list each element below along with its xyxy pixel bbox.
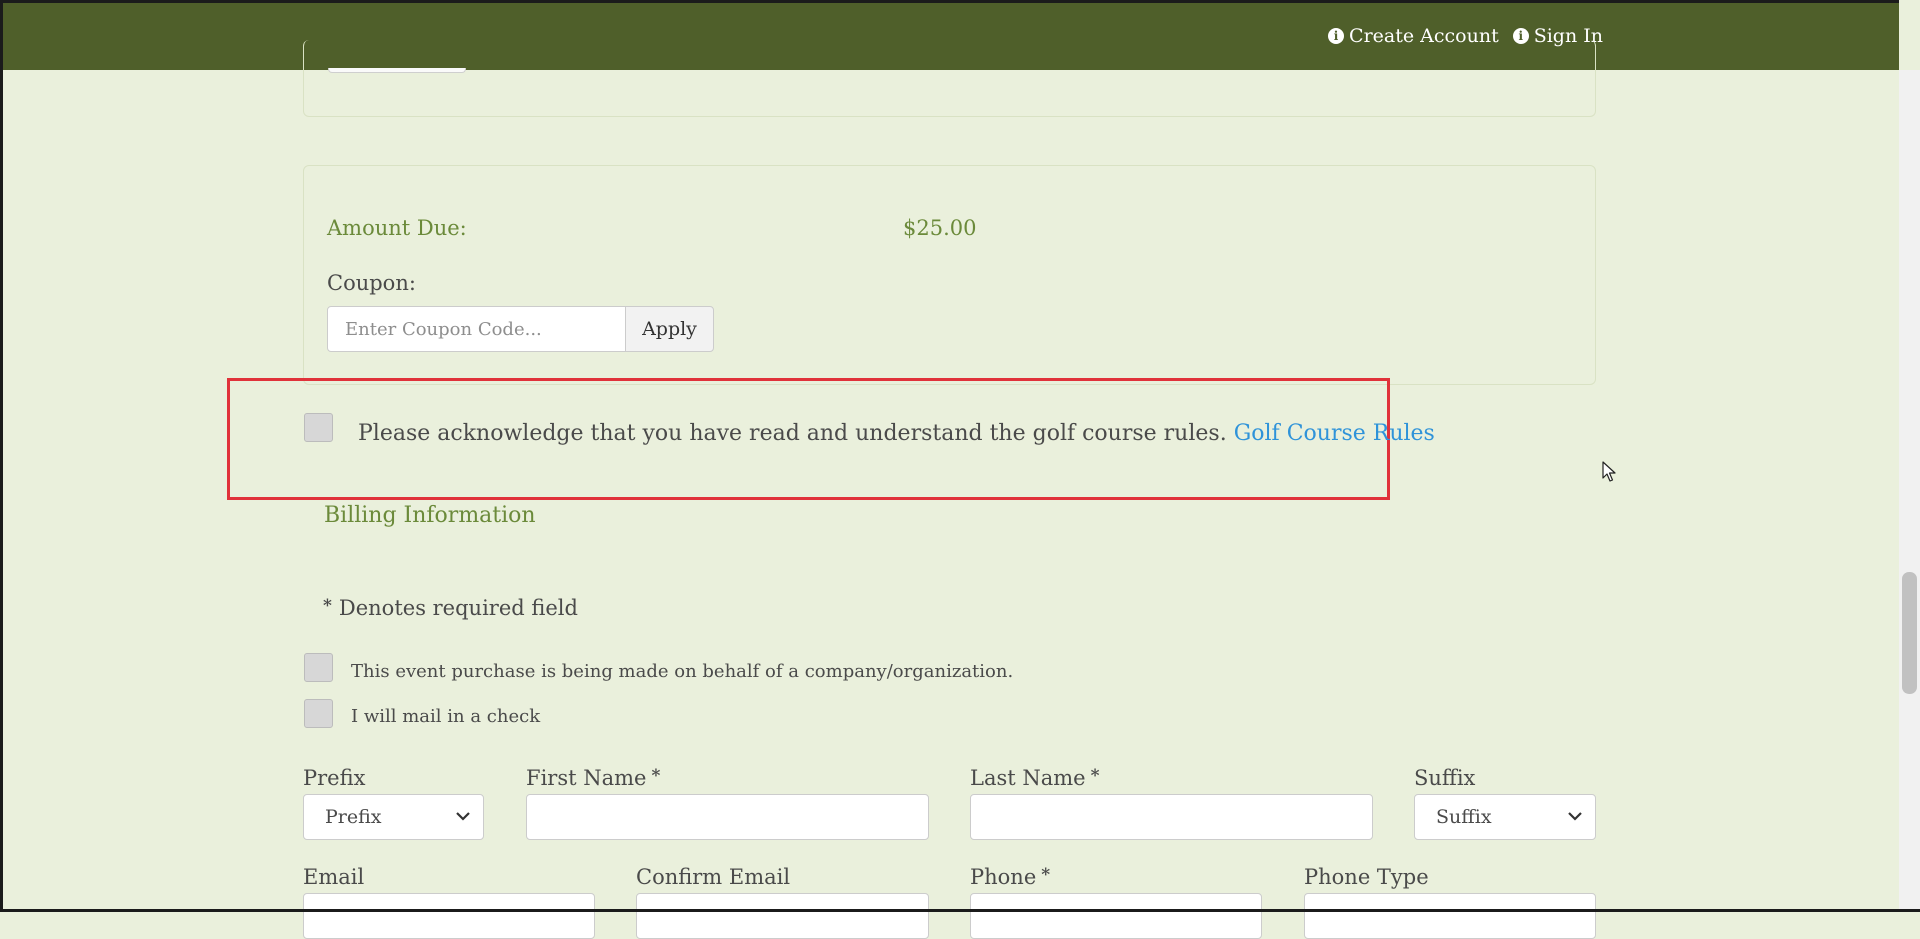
- page-scrollbar[interactable]: [1899, 70, 1920, 909]
- partial-button[interactable]: [328, 68, 466, 73]
- required-note-text: Denotes required field: [338, 596, 578, 620]
- acknowledgement-text: Please acknowledge that you have read an…: [358, 421, 1435, 446]
- acknowledgement-label: Please acknowledge that you have read an…: [358, 421, 1227, 446]
- amount-due-label: Amount Due:: [327, 216, 467, 240]
- amount-due-value: $25.00: [903, 216, 977, 240]
- scrollbar-thumb[interactable]: [1902, 572, 1917, 694]
- suffix-selected-value: Suffix: [1436, 806, 1492, 828]
- phone-label: Phone *: [970, 865, 1050, 889]
- first-name-label: First Name *: [526, 766, 660, 790]
- mail-check-label: I will mail in a check: [351, 706, 541, 727]
- coupon-label: Coupon:: [327, 271, 416, 295]
- golf-course-rules-link[interactable]: Golf Course Rules: [1234, 421, 1435, 446]
- company-purchase-checkbox[interactable]: [304, 653, 333, 682]
- phone-type-select[interactable]: [1304, 893, 1596, 939]
- mouse-cursor-icon: [1602, 461, 1616, 482]
- company-purchase-label: This event purchase is being made on beh…: [351, 661, 1014, 682]
- last-name-input[interactable]: [970, 794, 1373, 840]
- required-asterisk: *: [1041, 865, 1051, 885]
- email-label: Email: [303, 865, 365, 889]
- last-name-label-text: Last Name: [970, 766, 1086, 790]
- required-asterisk: *: [1090, 766, 1100, 786]
- coupon-code-input[interactable]: [327, 306, 626, 352]
- mail-check-checkbox[interactable]: [304, 699, 333, 728]
- suffix-label: Suffix: [1414, 766, 1476, 790]
- phone-type-label: Phone Type: [1304, 865, 1429, 889]
- confirm-email-input[interactable]: [636, 893, 929, 939]
- prefix-selected-value: Prefix: [325, 806, 382, 828]
- golf-rules-checkbox[interactable]: [304, 413, 333, 442]
- billing-information-heading: Billing Information: [324, 503, 536, 528]
- chevron-down-icon: [1568, 812, 1582, 821]
- required-asterisk: *: [651, 766, 661, 786]
- window-border-left: [0, 0, 3, 912]
- phone-input[interactable]: [970, 893, 1262, 939]
- confirm-email-label: Confirm Email: [636, 865, 791, 889]
- first-name-label-text: First Name: [526, 766, 647, 790]
- apply-coupon-button[interactable]: Apply: [625, 306, 714, 352]
- first-name-input[interactable]: [526, 794, 929, 840]
- suffix-select[interactable]: Suffix: [1414, 794, 1596, 840]
- chevron-down-icon: [456, 812, 470, 821]
- required-field-note: * Denotes required field: [323, 596, 578, 620]
- payment-summary-panel: [303, 165, 1596, 385]
- prefix-label: Prefix: [303, 766, 366, 790]
- phone-label-text: Phone: [970, 865, 1037, 889]
- last-name-label: Last Name *: [970, 766, 1099, 790]
- previous-section-panel: [303, 40, 1596, 117]
- prefix-select[interactable]: Prefix: [303, 794, 484, 840]
- email-input[interactable]: [303, 893, 595, 939]
- required-asterisk: *: [323, 596, 332, 616]
